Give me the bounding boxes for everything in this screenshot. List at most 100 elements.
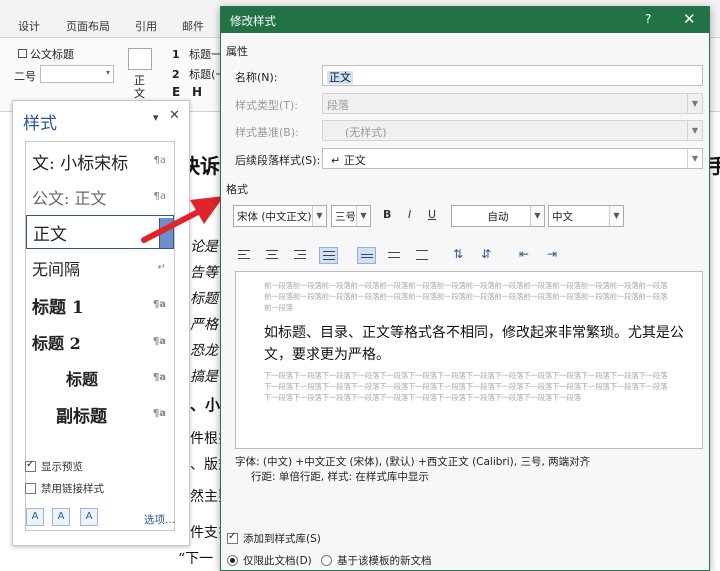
pin-icon[interactable]: ▾ bbox=[153, 111, 159, 124]
style-item-heading-2[interactable]: 标题 2 ¶a bbox=[26, 325, 174, 359]
radio-selected-icon bbox=[227, 555, 238, 566]
script-select[interactable]: 中文 ▼ bbox=[548, 205, 624, 227]
document-line: 搞是 bbox=[190, 369, 218, 385]
paragraph-mark-icon: ¶a bbox=[152, 336, 166, 347]
style-based-on-select: (无样式) ▼ bbox=[322, 120, 703, 141]
gallery-heading-2[interactable]: 2 标题(一 bbox=[172, 66, 226, 82]
chevron-down-icon: ▼ bbox=[687, 94, 702, 113]
close-icon[interactable]: ✕ bbox=[169, 108, 180, 123]
gallery-letter-e[interactable]: E bbox=[172, 85, 180, 99]
options-link[interactable]: 选项... bbox=[144, 512, 175, 527]
tab-mailings[interactable]: 邮件 bbox=[182, 18, 204, 34]
font-size-label: 二号 bbox=[14, 70, 36, 83]
underline-button[interactable]: U bbox=[428, 208, 436, 221]
document-line: 告等 bbox=[190, 265, 218, 281]
increase-indent-icon[interactable]: ⇥ bbox=[547, 247, 557, 261]
chevron-down-icon: ▼ bbox=[609, 206, 623, 226]
decrease-indent-icon[interactable]: ⇤ bbox=[519, 247, 529, 261]
checkbox-checked-icon bbox=[227, 531, 238, 544]
paragraph-mark-icon: ¶a bbox=[153, 155, 167, 166]
styles-pane-title: 样式 bbox=[23, 114, 57, 134]
style-preview: 前一段落前一段落前一段落前一段落前一段落前一段落前一段落前一段落前一段落前一段落… bbox=[235, 271, 703, 449]
style-description: 字体: (中文) +中文正文 (宋体), (默认) +西文正文 (Calibri… bbox=[235, 455, 703, 525]
style-icon bbox=[18, 49, 27, 58]
name-label: 名称(N): bbox=[235, 71, 278, 84]
line-spacing-double-icon[interactable] bbox=[413, 247, 432, 264]
style-type-select: 段落 ▼ bbox=[322, 93, 703, 114]
chevron-down-icon: ▼ bbox=[356, 206, 370, 226]
new-documents-radio[interactable]: 基于该模板的新文档 bbox=[321, 553, 432, 568]
chevron-down-icon: ▼ bbox=[687, 121, 702, 140]
description-line-font: 字体: (中文) +中文正文 (宋体), (默认) +西文正文 (Calibri… bbox=[235, 456, 591, 468]
red-arrow-icon bbox=[141, 196, 224, 243]
add-to-gallery-checkbox[interactable]: 添加到样式库(S) bbox=[227, 531, 321, 546]
help-icon[interactable]: ? bbox=[645, 12, 651, 26]
name-input[interactable]: 正文 bbox=[322, 65, 703, 86]
paragraph-mark-icon: ¶a bbox=[152, 408, 166, 419]
font-color-select[interactable]: 自动 ▼ bbox=[451, 205, 545, 227]
modify-style-dialog: 修改样式 ? ✕ 属性 名称(N): 正文 样式类型(T): 段落 ▼ 样式基准… bbox=[220, 6, 710, 571]
preview-next-paragraph: 下一段落下一段落下一段落下一段落下一段落下一段落下一段落下一段落下一段落下一段落… bbox=[264, 371, 668, 402]
style-item-heading-1[interactable]: 标题 1 ¶a bbox=[26, 288, 174, 322]
italic-button[interactable]: I bbox=[408, 208, 411, 221]
style-item-subtitle[interactable]: 副标题 ¶a bbox=[26, 397, 174, 431]
style-based-on-label: 样式基准(B): bbox=[235, 126, 299, 139]
style-item-no-spacing[interactable]: 无间隔 ↵ bbox=[26, 251, 174, 285]
space-after-icon[interactable]: ⇵ bbox=[481, 247, 491, 261]
tab-design[interactable]: 设计 bbox=[18, 18, 40, 34]
line-spacing-single-icon[interactable] bbox=[357, 247, 376, 264]
styles-pane: 样式 ▾ ✕ 文: 小标宋标 ¶a 公文: 正文 ¶a 正文 无间隔 ↵ 标题 … bbox=[12, 100, 190, 546]
tab-references[interactable]: 引用 bbox=[135, 18, 157, 34]
bold-button[interactable]: B bbox=[383, 208, 391, 221]
font-name-select[interactable]: 宋体 (中文正文) ▼ bbox=[233, 205, 327, 227]
font-size-select[interactable]: 三号 ▼ bbox=[331, 205, 371, 227]
line-break-icon: ↵ bbox=[157, 262, 166, 273]
style-type-label: 样式类型(T): bbox=[235, 99, 299, 112]
checkbox-checked-icon bbox=[25, 459, 36, 472]
disable-linked-styles-checkbox[interactable]: 禁用链接样式 bbox=[25, 481, 104, 496]
document-line: 标题 bbox=[190, 291, 218, 307]
style-inspector-icon[interactable]: A bbox=[52, 508, 70, 526]
paragraph-mark-icon: ¶a bbox=[152, 299, 166, 310]
preview-sample-text: 如标题、目录、正文等格式各不相同，修改起来非常繁琐。尤其是公文，要求更为严格。 bbox=[264, 325, 684, 363]
manage-styles-icon[interactable]: A bbox=[80, 508, 98, 526]
space-before-icon[interactable]: ⇅ bbox=[453, 247, 463, 261]
document-line: 恐龙 bbox=[190, 343, 218, 359]
document-line: 、小 bbox=[190, 396, 221, 414]
align-center-icon[interactable] bbox=[263, 247, 282, 264]
gallery-zhengwen[interactable]: 正 文 bbox=[134, 74, 145, 100]
align-left-icon[interactable] bbox=[235, 247, 254, 264]
new-style-icon[interactable]: A bbox=[26, 508, 44, 526]
align-justify-icon[interactable] bbox=[319, 247, 338, 264]
chevron-down-icon: ▼ bbox=[530, 206, 544, 226]
close-icon[interactable]: ✕ bbox=[683, 10, 696, 28]
next-paragraph-style-label: 后续段落样式(S): bbox=[235, 154, 321, 167]
font-size-dropdown[interactable]: ▾ bbox=[40, 65, 114, 83]
style-item-gongwen-title[interactable]: 文: 小标宋标 ¶a bbox=[26, 144, 174, 178]
radio-unselected-icon bbox=[321, 555, 332, 566]
document-line: “下一 bbox=[178, 551, 214, 567]
line-spacing-onehalf-icon[interactable] bbox=[385, 247, 404, 264]
document-line: 严格 bbox=[190, 317, 218, 333]
align-right-icon[interactable] bbox=[291, 247, 310, 264]
chevron-down-icon: ▾ bbox=[105, 68, 110, 77]
section-properties: 属性 bbox=[226, 45, 248, 58]
style-item-title[interactable]: 标题 ¶a bbox=[26, 361, 174, 395]
checkbox-unchecked-icon bbox=[25, 483, 36, 494]
paragraph-style-icon[interactable] bbox=[128, 48, 152, 70]
paragraph-mark-icon: ¶a bbox=[152, 372, 166, 383]
style-gallery-item-gongwen-title[interactable]: 公文标题 bbox=[18, 46, 74, 62]
dialog-title: 修改样式 bbox=[230, 14, 276, 28]
gallery-heading-1[interactable]: 1 标题一 bbox=[172, 46, 222, 62]
only-this-document-radio[interactable]: 仅限此文档(D) bbox=[227, 553, 312, 568]
chevron-down-icon: ▼ bbox=[312, 206, 326, 226]
dialog-title-bar: 修改样式 ? ✕ bbox=[221, 7, 709, 33]
preview-previous-paragraph: 前一段落前一段落前一段落前一段落前一段落前一段落前一段落前一段落前一段落前一段落… bbox=[264, 281, 668, 312]
gallery-letter-h[interactable]: H bbox=[192, 85, 202, 99]
chevron-down-icon: ▼ bbox=[687, 149, 702, 168]
next-paragraph-style-select[interactable]: ↵ 正文 ▼ bbox=[322, 148, 703, 169]
description-line-spacing: 行距: 单倍行距, 样式: 在样式库中显示 bbox=[251, 471, 429, 483]
tab-page-layout[interactable]: 页面布局 bbox=[66, 18, 110, 34]
section-format: 格式 bbox=[226, 183, 248, 196]
show-preview-checkbox[interactable]: 显示预览 bbox=[25, 459, 83, 474]
